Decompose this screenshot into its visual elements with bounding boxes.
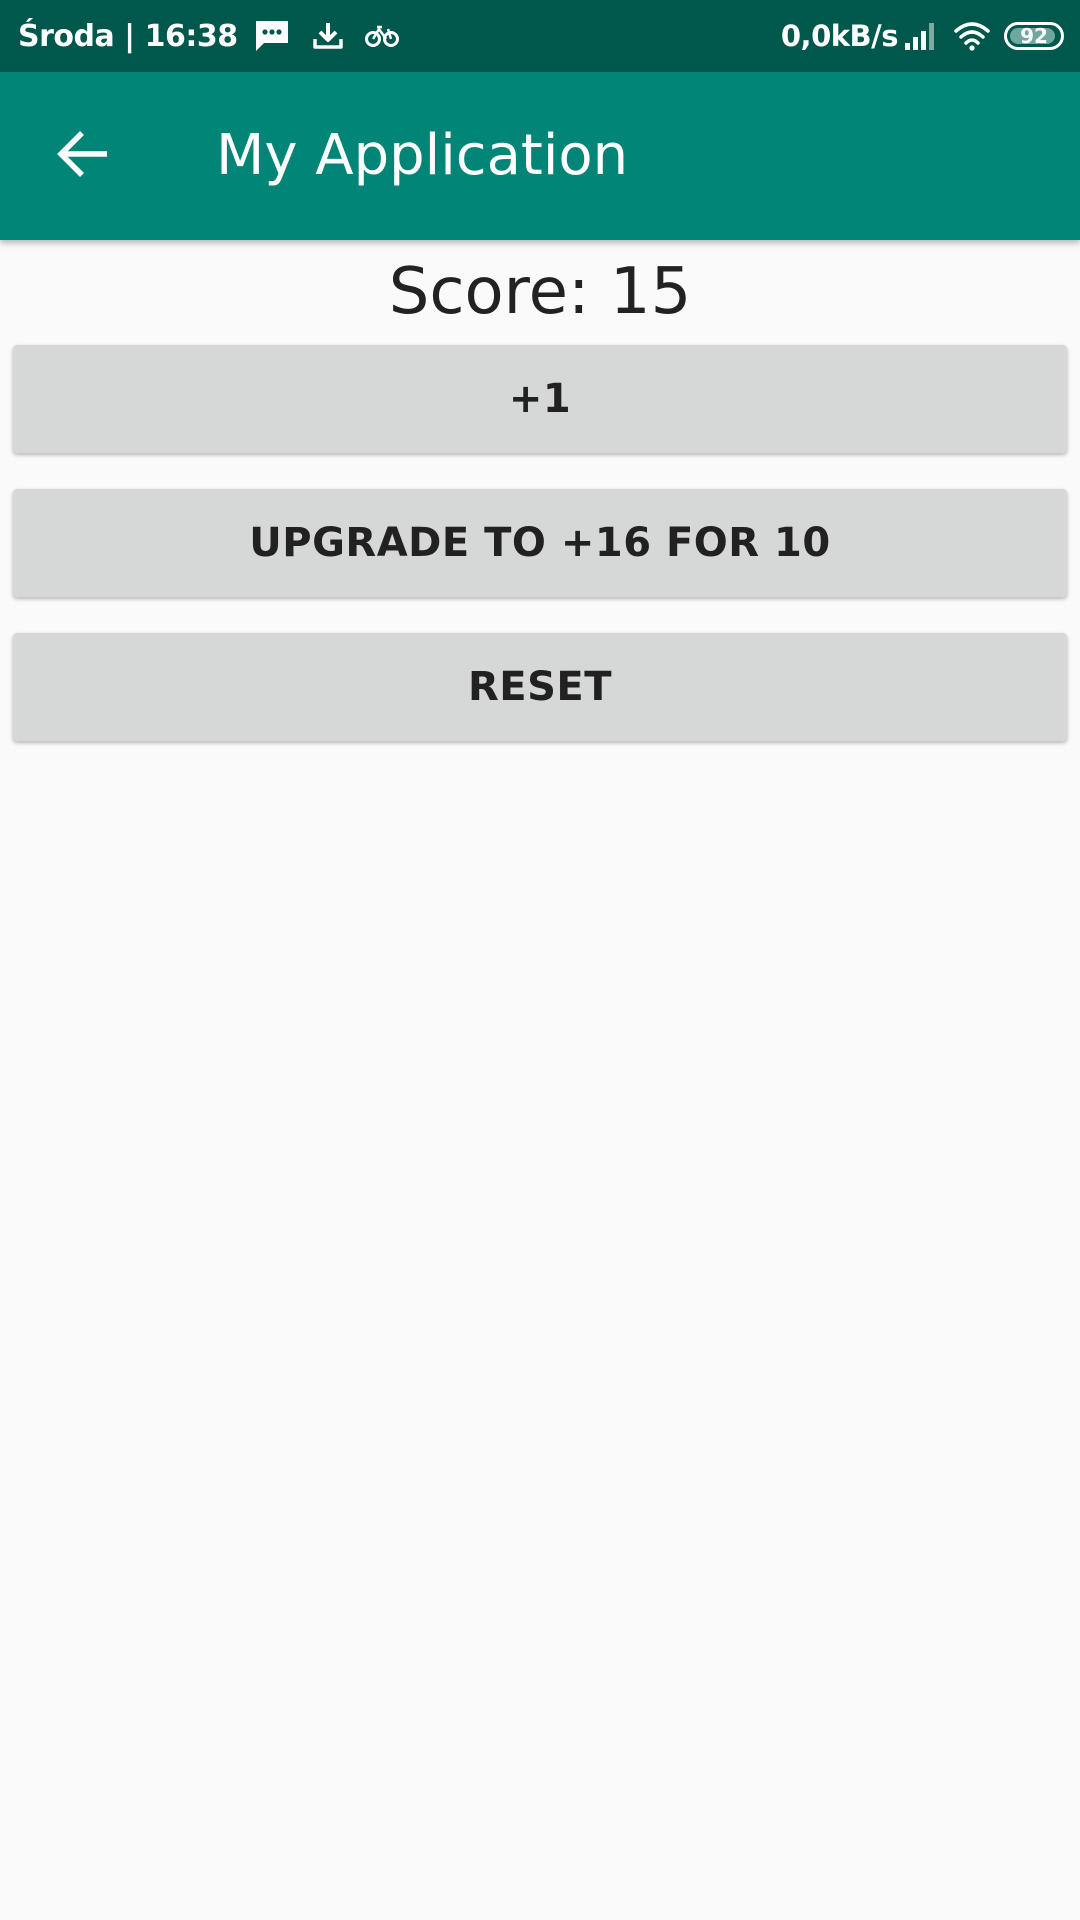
bike-icon — [364, 23, 400, 49]
plus-one-button[interactable]: +1 — [13, 345, 1067, 453]
signal-icon — [904, 21, 938, 51]
app-title: My Application — [216, 123, 629, 188]
reset-button[interactable]: RESET — [13, 633, 1067, 741]
arrow-back-icon — [57, 129, 111, 183]
battery-icon: 92 — [1004, 22, 1064, 50]
back-button[interactable] — [36, 108, 132, 204]
battery-level: 92 — [1020, 24, 1048, 48]
score-label: Score: 15 — [388, 255, 692, 329]
wifi-icon — [954, 21, 990, 51]
message-icon — [254, 19, 290, 53]
status-right: 0,0kB/s 92 — [781, 0, 1064, 72]
upgrade-button[interactable]: UPGRADE TO +16 FOR 10 — [13, 489, 1067, 597]
status-day-time: Środa | 16:38 — [18, 18, 238, 54]
network-speed: 0,0kB/s — [780, 19, 899, 53]
download-icon — [312, 21, 344, 51]
status-bar: Środa | 16:38 0,0kB/s 92 — [0, 0, 1080, 72]
app-bar: My Application — [0, 72, 1080, 240]
status-left: Środa | 16:38 — [18, 0, 400, 72]
